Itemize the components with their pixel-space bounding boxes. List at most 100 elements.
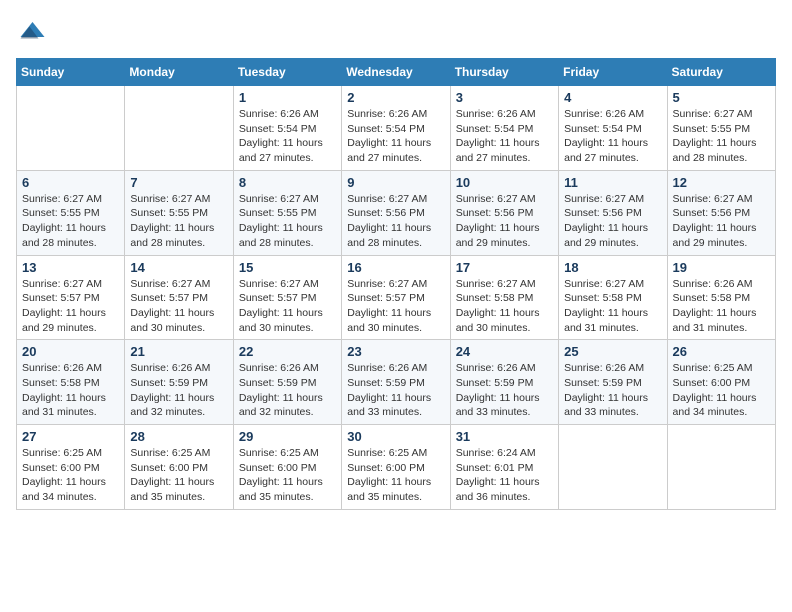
- weekday-header-saturday: Saturday: [667, 59, 775, 86]
- page-header: [16, 16, 776, 46]
- calendar-cell: 23 Sunrise: 6:26 AM Sunset: 5:59 PM Dayli…: [342, 340, 450, 425]
- day-info: Sunrise: 6:27 AM Sunset: 5:55 PM Dayligh…: [130, 192, 227, 251]
- calendar-cell: 1 Sunrise: 6:26 AM Sunset: 5:54 PM Daylig…: [233, 86, 341, 171]
- calendar-cell: 24 Sunrise: 6:26 AM Sunset: 5:59 PM Dayli…: [450, 340, 558, 425]
- weekday-header-tuesday: Tuesday: [233, 59, 341, 86]
- calendar-week-4: 20 Sunrise: 6:26 AM Sunset: 5:58 PM Dayli…: [17, 340, 776, 425]
- calendar-cell: 20 Sunrise: 6:26 AM Sunset: 5:58 PM Dayli…: [17, 340, 125, 425]
- day-number: 25: [564, 344, 661, 359]
- weekday-header-thursday: Thursday: [450, 59, 558, 86]
- day-info: Sunrise: 6:24 AM Sunset: 6:01 PM Dayligh…: [456, 446, 553, 505]
- calendar-cell: 26 Sunrise: 6:25 AM Sunset: 6:00 PM Dayli…: [667, 340, 775, 425]
- calendar-cell: 22 Sunrise: 6:26 AM Sunset: 5:59 PM Dayli…: [233, 340, 341, 425]
- day-number: 13: [22, 260, 119, 275]
- day-info: Sunrise: 6:25 AM Sunset: 6:00 PM Dayligh…: [673, 361, 770, 420]
- day-number: 21: [130, 344, 227, 359]
- day-number: 5: [673, 90, 770, 105]
- day-number: 23: [347, 344, 444, 359]
- day-number: 29: [239, 429, 336, 444]
- day-info: Sunrise: 6:26 AM Sunset: 5:54 PM Dayligh…: [239, 107, 336, 166]
- logo: [16, 16, 50, 46]
- day-info: Sunrise: 6:27 AM Sunset: 5:56 PM Dayligh…: [347, 192, 444, 251]
- calendar-cell: 17 Sunrise: 6:27 AM Sunset: 5:58 PM Dayli…: [450, 255, 558, 340]
- day-info: Sunrise: 6:26 AM Sunset: 5:58 PM Dayligh…: [22, 361, 119, 420]
- day-number: 19: [673, 260, 770, 275]
- calendar-cell: 25 Sunrise: 6:26 AM Sunset: 5:59 PM Dayli…: [559, 340, 667, 425]
- day-info: Sunrise: 6:27 AM Sunset: 5:55 PM Dayligh…: [239, 192, 336, 251]
- day-number: 26: [673, 344, 770, 359]
- calendar-cell: 2 Sunrise: 6:26 AM Sunset: 5:54 PM Daylig…: [342, 86, 450, 171]
- calendar-cell: [17, 86, 125, 171]
- logo-icon: [16, 16, 46, 46]
- calendar-cell: [667, 425, 775, 510]
- calendar-week-5: 27 Sunrise: 6:25 AM Sunset: 6:00 PM Dayli…: [17, 425, 776, 510]
- day-number: 10: [456, 175, 553, 190]
- day-number: 22: [239, 344, 336, 359]
- calendar-body: 1 Sunrise: 6:26 AM Sunset: 5:54 PM Daylig…: [17, 86, 776, 510]
- day-info: Sunrise: 6:26 AM Sunset: 5:54 PM Dayligh…: [456, 107, 553, 166]
- calendar-cell: 4 Sunrise: 6:26 AM Sunset: 5:54 PM Daylig…: [559, 86, 667, 171]
- day-number: 30: [347, 429, 444, 444]
- calendar-cell: 7 Sunrise: 6:27 AM Sunset: 5:55 PM Daylig…: [125, 170, 233, 255]
- day-number: 11: [564, 175, 661, 190]
- calendar-cell: 15Sunrise: 6:27 AM Sunset: 5:57 PM Dayli…: [233, 255, 341, 340]
- day-info: Sunrise: 6:26 AM Sunset: 5:59 PM Dayligh…: [456, 361, 553, 420]
- day-info: Sunrise: 6:26 AM Sunset: 5:54 PM Dayligh…: [347, 107, 444, 166]
- day-number: 24: [456, 344, 553, 359]
- weekday-header-monday: Monday: [125, 59, 233, 86]
- calendar-cell: 19 Sunrise: 6:26 AM Sunset: 5:58 PM Dayli…: [667, 255, 775, 340]
- day-number: 31: [456, 429, 553, 444]
- day-number: 17: [456, 260, 553, 275]
- day-number: 20: [22, 344, 119, 359]
- day-number: 28: [130, 429, 227, 444]
- day-info: Sunrise: 6:25 AM Sunset: 6:00 PM Dayligh…: [347, 446, 444, 505]
- calendar-cell: 27 Sunrise: 6:25 AM Sunset: 6:00 PM Dayli…: [17, 425, 125, 510]
- calendar-cell: 3 Sunrise: 6:26 AM Sunset: 5:54 PM Daylig…: [450, 86, 558, 171]
- day-info: Sunrise: 6:25 AM Sunset: 6:00 PM Dayligh…: [22, 446, 119, 505]
- day-info: Sunrise: 6:27 AM Sunset: 5:57 PM Dayligh…: [347, 277, 444, 336]
- day-number: 16: [347, 260, 444, 275]
- day-info: Sunrise: 6:27 AM Sunset: 5:58 PM Dayligh…: [564, 277, 661, 336]
- calendar-cell: 10Sunrise: 6:27 AM Sunset: 5:56 PM Dayli…: [450, 170, 558, 255]
- calendar-cell: 29Sunrise: 6:25 AM Sunset: 6:00 PM Dayli…: [233, 425, 341, 510]
- calendar-cell: 5 Sunrise: 6:27 AM Sunset: 5:55 PM Daylig…: [667, 86, 775, 171]
- day-info: Sunrise: 6:27 AM Sunset: 5:57 PM Dayligh…: [22, 277, 119, 336]
- day-info: Sunrise: 6:26 AM Sunset: 5:58 PM Dayligh…: [673, 277, 770, 336]
- day-number: 14: [130, 260, 227, 275]
- calendar-cell: 14 Sunrise: 6:27 AM Sunset: 5:57 PM Dayli…: [125, 255, 233, 340]
- day-info: Sunrise: 6:27 AM Sunset: 5:56 PM Dayligh…: [564, 192, 661, 251]
- day-info: Sunrise: 6:26 AM Sunset: 5:54 PM Dayligh…: [564, 107, 661, 166]
- day-number: 12: [673, 175, 770, 190]
- day-number: 27: [22, 429, 119, 444]
- day-number: 9: [347, 175, 444, 190]
- calendar-table: SundayMondayTuesdayWednesdayThursdayFrid…: [16, 58, 776, 510]
- day-number: 7: [130, 175, 227, 190]
- day-info: Sunrise: 6:27 AM Sunset: 5:55 PM Dayligh…: [673, 107, 770, 166]
- day-number: 1: [239, 90, 336, 105]
- day-info: Sunrise: 6:27 AM Sunset: 5:58 PM Dayligh…: [456, 277, 553, 336]
- calendar-cell: 21 Sunrise: 6:26 AM Sunset: 5:59 PM Dayli…: [125, 340, 233, 425]
- calendar-cell: 13 Sunrise: 6:27 AM Sunset: 5:57 PM Dayli…: [17, 255, 125, 340]
- calendar-cell: 12 Sunrise: 6:27 AM Sunset: 5:56 PM Dayli…: [667, 170, 775, 255]
- calendar-cell: 31 Sunrise: 6:24 AM Sunset: 6:01 PM Dayli…: [450, 425, 558, 510]
- calendar-header-row: SundayMondayTuesdayWednesdayThursdayFrid…: [17, 59, 776, 86]
- calendar-cell: 11 Sunrise: 6:27 AM Sunset: 5:56 PM Dayli…: [559, 170, 667, 255]
- calendar-cell: 30 Sunrise: 6:25 AM Sunset: 6:00 PM Dayli…: [342, 425, 450, 510]
- day-info: Sunrise: 6:26 AM Sunset: 5:59 PM Dayligh…: [564, 361, 661, 420]
- day-number: 3: [456, 90, 553, 105]
- day-number: 15: [239, 260, 336, 275]
- day-info: Sunrise: 6:26 AM Sunset: 5:59 PM Dayligh…: [239, 361, 336, 420]
- day-number: 18: [564, 260, 661, 275]
- day-info: Sunrise: 6:25 AM Sunset: 6:00 PM Dayligh…: [130, 446, 227, 505]
- day-number: 2: [347, 90, 444, 105]
- day-info: Sunrise: 6:27 AM Sunset: 5:57 PM Dayligh…: [130, 277, 227, 336]
- calendar-week-2: 6Sunrise: 6:27 AM Sunset: 5:55 PM Daylig…: [17, 170, 776, 255]
- day-info: Sunrise: 6:26 AM Sunset: 5:59 PM Dayligh…: [347, 361, 444, 420]
- day-info: Sunrise: 6:27 AM Sunset: 5:56 PM Dayligh…: [673, 192, 770, 251]
- day-info: Sunrise: 6:26 AM Sunset: 5:59 PM Dayligh…: [130, 361, 227, 420]
- weekday-header-sunday: Sunday: [17, 59, 125, 86]
- calendar-cell: 28 Sunrise: 6:25 AM Sunset: 6:00 PM Dayli…: [125, 425, 233, 510]
- calendar-cell: 18 Sunrise: 6:27 AM Sunset: 5:58 PM Dayli…: [559, 255, 667, 340]
- day-number: 4: [564, 90, 661, 105]
- calendar-cell: [559, 425, 667, 510]
